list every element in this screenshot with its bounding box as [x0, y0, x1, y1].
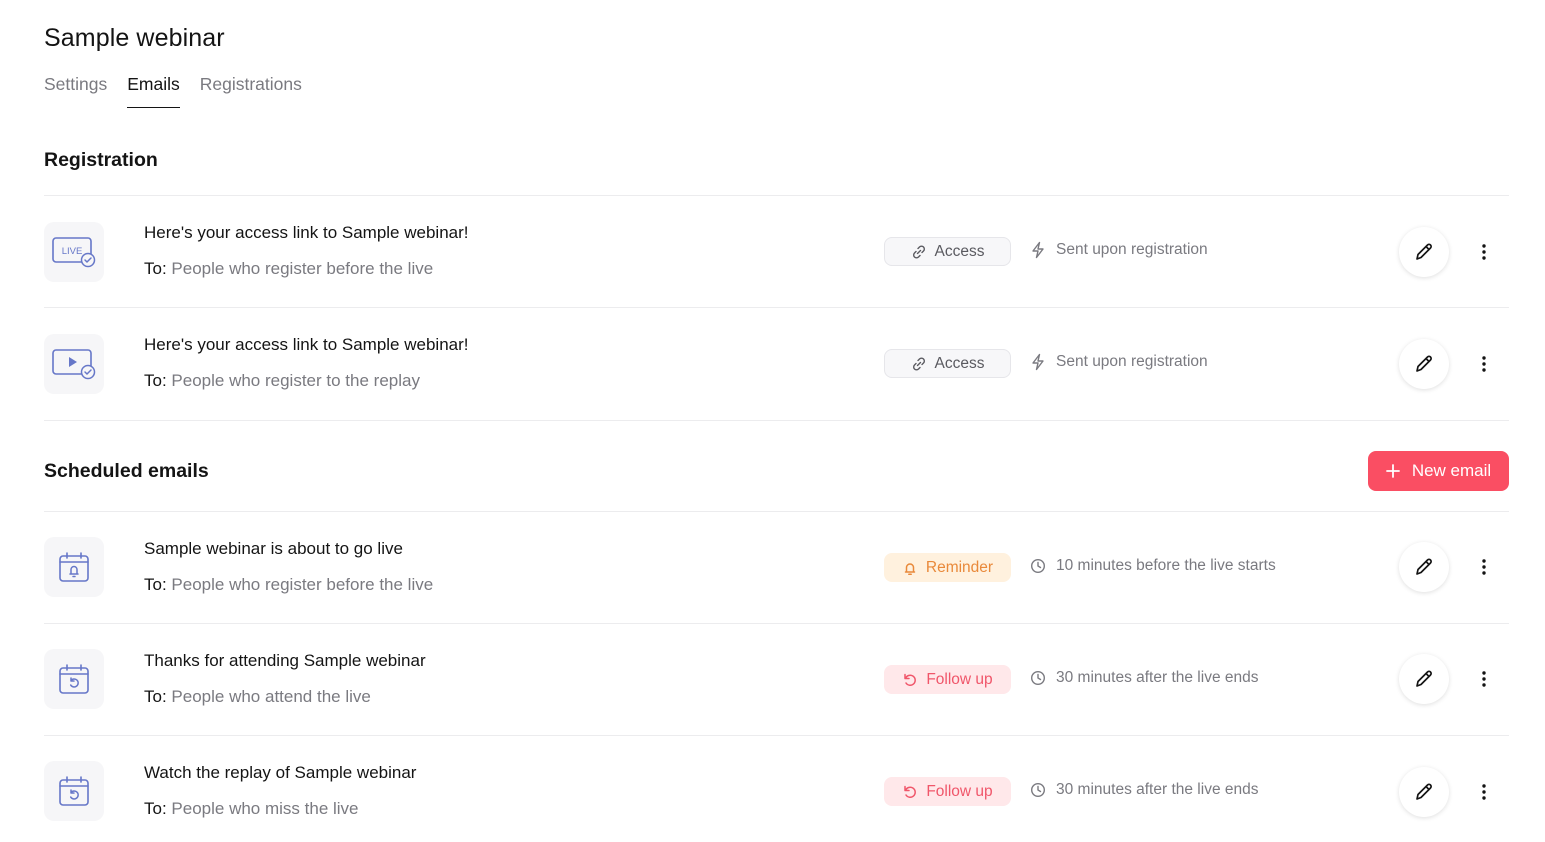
email-trigger: 30 minutes after the live ends [1030, 781, 1258, 799]
new-email-label: New email [1411, 461, 1492, 480]
page-title: Sample webinar [44, 24, 225, 52]
pencil-icon [1416, 670, 1432, 687]
pencil-icon [1416, 558, 1432, 575]
pencil-icon [1416, 783, 1432, 800]
email-subject: Here's your access link to Sample webina… [144, 223, 469, 242]
more-options-button[interactable] [1474, 237, 1494, 267]
to-label: To: [144, 575, 167, 594]
email-row: LIVE Here's your access link to Sample w… [44, 196, 1509, 308]
trigger-text: Sent upon registration [1056, 353, 1208, 370]
trigger-text: Sent upon registration [1056, 241, 1208, 258]
edit-button[interactable] [1399, 227, 1449, 277]
edit-button[interactable] [1399, 767, 1449, 817]
email-recipients: To: People who register to the replay [144, 371, 420, 391]
live-icon-text: LIVE [62, 246, 83, 257]
tab-emails[interactable]: Emails [127, 74, 180, 108]
undo-icon [904, 785, 917, 798]
live-icon: LIVE [44, 222, 104, 282]
email-subject: Watch the replay of Sample webinar [144, 763, 417, 782]
link-icon [912, 356, 925, 371]
more-vertical-icon [1482, 244, 1486, 260]
scheduled-section-title: Scheduled emails [44, 460, 209, 482]
badge-label: Access [934, 354, 985, 372]
badge-label: Follow up [926, 782, 993, 800]
pencil-icon [1416, 243, 1432, 260]
email-row: Watch the replay of Sample webinar To: P… [44, 736, 1509, 842]
email-recipients: To: People who miss the live [144, 799, 359, 819]
badge-label: Follow up [926, 670, 993, 688]
email-subject: Here's your access link to Sample webina… [144, 335, 469, 354]
more-options-button[interactable] [1474, 664, 1494, 694]
more-options-button[interactable] [1474, 552, 1494, 582]
more-vertical-icon [1482, 671, 1486, 687]
badge-label: Reminder [925, 558, 994, 576]
tab-settings[interactable]: Settings [44, 74, 107, 108]
bell-icon [904, 562, 916, 575]
email-recipients: To: People who register before the live [144, 575, 433, 595]
clock-icon [1030, 782, 1046, 798]
pencil-icon [1416, 355, 1432, 372]
more-options-button[interactable] [1474, 349, 1494, 379]
recipients-text: People who register before the live [171, 259, 434, 278]
access-badge: Access [884, 237, 1011, 266]
trigger-text: 30 minutes after the live ends [1056, 781, 1259, 798]
calendar-undo-icon [44, 761, 104, 821]
trigger-text: 30 minutes after the live ends [1056, 669, 1259, 686]
more-vertical-icon [1482, 784, 1486, 800]
clock-icon [1030, 558, 1046, 574]
link-icon [912, 244, 925, 259]
to-label: To: [144, 259, 167, 278]
recipients-text: People who register to the replay [171, 371, 420, 390]
divider [44, 420, 1509, 421]
calendar-undo-icon [44, 649, 104, 709]
email-trigger: 10 minutes before the live starts [1030, 557, 1276, 575]
edit-button[interactable] [1399, 654, 1449, 704]
replay-video-icon [44, 334, 104, 394]
to-label: To: [144, 799, 167, 818]
calendar-bell-icon [44, 537, 104, 597]
more-vertical-icon [1482, 559, 1486, 575]
recipients-text: People who attend the live [171, 687, 371, 706]
more-options-button[interactable] [1474, 777, 1494, 807]
trigger-text: 10 minutes before the live starts [1056, 557, 1276, 574]
email-trigger: Sent upon registration [1030, 241, 1208, 259]
plus-icon [1385, 464, 1400, 478]
undo-icon [904, 673, 917, 686]
tab-bar: Settings Emails Registrations [44, 74, 302, 108]
email-row: Here's your access link to Sample webina… [44, 308, 1509, 420]
email-recipients: To: People who attend the live [144, 687, 371, 707]
clock-icon [1030, 670, 1046, 686]
new-email-button[interactable]: New email [1368, 451, 1509, 491]
recipients-text: People who register before the live [171, 575, 434, 594]
lightning-icon [1032, 353, 1044, 371]
email-trigger: 30 minutes after the live ends [1030, 669, 1258, 687]
email-row: Sample webinar is about to go live To: P… [44, 512, 1509, 624]
follow-up-badge: Follow up [884, 777, 1011, 806]
email-row: Thanks for attending Sample webinar To: … [44, 624, 1509, 736]
tab-registrations[interactable]: Registrations [200, 74, 302, 108]
reminder-badge: Reminder [884, 553, 1011, 582]
email-subject: Thanks for attending Sample webinar [144, 651, 426, 670]
email-recipients: To: People who register before the live [144, 259, 433, 279]
access-badge: Access [884, 349, 1011, 378]
registration-section-title: Registration [44, 149, 158, 171]
to-label: To: [144, 371, 167, 390]
email-subject: Sample webinar is about to go live [144, 539, 403, 558]
more-vertical-icon [1482, 356, 1486, 372]
badge-label: Access [934, 242, 985, 260]
edit-button[interactable] [1399, 339, 1449, 389]
recipients-text: People who miss the live [171, 799, 359, 818]
edit-button[interactable] [1399, 542, 1449, 592]
email-trigger: Sent upon registration [1030, 353, 1208, 371]
follow-up-badge: Follow up [884, 665, 1011, 694]
lightning-icon [1032, 241, 1044, 259]
to-label: To: [144, 687, 167, 706]
